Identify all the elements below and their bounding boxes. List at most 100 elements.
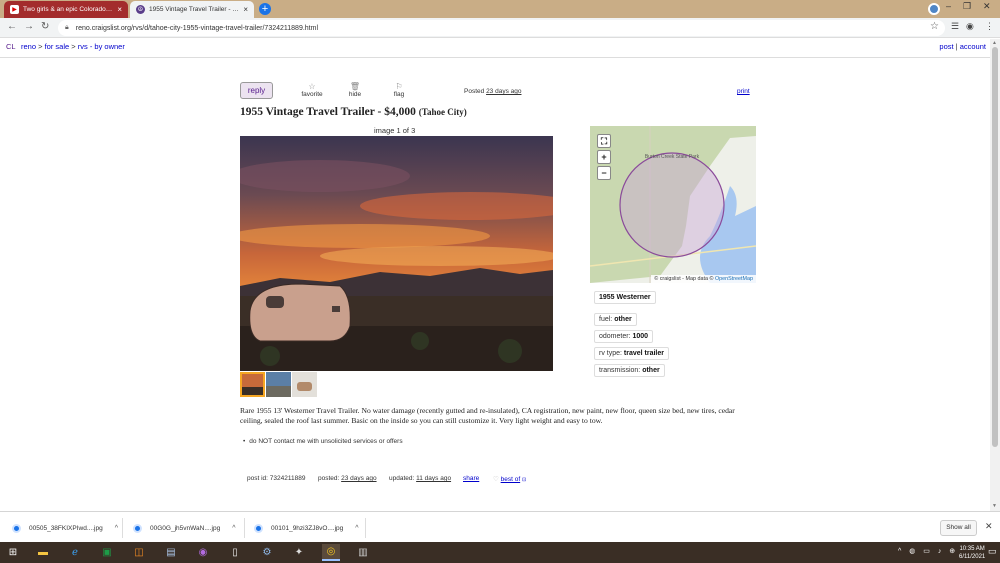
internet-explorer-icon[interactable]: ℯ bbox=[66, 544, 84, 561]
zoom-out-button[interactable]: − bbox=[597, 166, 611, 180]
fullscreen-icon[interactable]: ⛶ bbox=[597, 134, 611, 148]
profile-icon[interactable] bbox=[928, 3, 940, 15]
divider bbox=[365, 518, 366, 538]
account-link[interactable]: account bbox=[960, 42, 986, 51]
posted-footer-label: posted: bbox=[318, 475, 340, 482]
reload-icon[interactable]: ↻ bbox=[41, 21, 49, 32]
main-photo[interactable] bbox=[240, 136, 553, 371]
profile-avatar-icon[interactable]: ◉ bbox=[966, 21, 974, 32]
scrollbar-thumb[interactable] bbox=[992, 47, 998, 447]
star-icon: ☆ bbox=[308, 82, 316, 91]
location-map[interactable]: Burton Creek State Park ⛶ + − © craigsli… bbox=[590, 126, 756, 283]
photo-thumbnails bbox=[240, 372, 317, 397]
forward-icon[interactable]: → bbox=[24, 21, 34, 32]
address-bar[interactable]: 🔒︎ reno.craigslist.org/rvs/d/tahoe-city-… bbox=[58, 20, 945, 36]
lock-icon[interactable]: 🔒︎ bbox=[65, 24, 69, 32]
bookmark-star-icon[interactable]: ☆ bbox=[930, 21, 939, 32]
chevron-up-icon[interactable]: ^ bbox=[115, 525, 118, 532]
hide-button[interactable]: 🗑︎ hide bbox=[340, 82, 370, 98]
craigslist-header: CL reno > for sale > rvs - by owner post… bbox=[0, 38, 1000, 58]
back-icon[interactable]: ← bbox=[7, 21, 17, 32]
tab-youtube[interactable]: ▶ Two girls & an epic Colorado ad... × bbox=[4, 1, 128, 18]
updated-value: 11 days ago bbox=[416, 475, 452, 482]
reply-button[interactable]: reply bbox=[240, 82, 273, 99]
attribute-transmission: transmission: other bbox=[594, 364, 665, 377]
clock-time: 10:35 AM bbox=[959, 546, 985, 552]
craigslist-logo[interactable]: CL bbox=[6, 42, 16, 51]
attribution-text: © craigslist - Map data © bbox=[654, 276, 714, 282]
media-app-icon[interactable]: ◉ bbox=[194, 544, 212, 561]
excel-icon[interactable]: ▣ bbox=[98, 544, 116, 561]
tab-craigslist[interactable]: ☮ 1955 Vintage Travel Trailer - rvs ... … bbox=[130, 1, 254, 18]
breadcrumb-for-sale[interactable]: for sale bbox=[45, 42, 70, 51]
flag-button[interactable]: ⚐ flag bbox=[384, 82, 414, 98]
attr-label: fuel: bbox=[599, 316, 613, 323]
taskbar-clock[interactable]: 10:35 AM 6/11/2021 bbox=[959, 545, 985, 561]
updated-label: updated: bbox=[389, 475, 415, 482]
notification-icon[interactable]: ▭ bbox=[988, 546, 997, 557]
new-tab-button[interactable]: + bbox=[259, 3, 271, 15]
file-explorer-icon[interactable]: ▬ bbox=[34, 544, 52, 561]
posted-footer-value: 23 days ago bbox=[341, 475, 377, 482]
peace-sign-icon: ☮ bbox=[136, 5, 145, 14]
reading-list-icon[interactable]: ☰ bbox=[951, 21, 959, 32]
thumbnail-2[interactable] bbox=[266, 372, 291, 397]
best-of-wrap: ♡ best of ⊡ bbox=[493, 475, 526, 483]
post-link[interactable]: post bbox=[939, 42, 953, 51]
windows-start-icon[interactable]: ⊞ bbox=[4, 544, 22, 561]
close-icon[interactable]: × bbox=[117, 5, 122, 14]
info-icon[interactable]: ⊡ bbox=[522, 477, 526, 483]
attribute-odometer: odometer: 1000 bbox=[594, 330, 654, 343]
attr-value: 1000 bbox=[632, 333, 649, 340]
clock-date: 6/11/2021 bbox=[959, 554, 986, 560]
vehicle-name: 1955 Westerner bbox=[599, 294, 651, 301]
map-attribution: © craigslist - Map data © OpenStreetMap bbox=[651, 275, 756, 283]
trash-icon: 🗑︎ bbox=[349, 82, 361, 91]
post-id: post id: 7324211889 bbox=[247, 475, 305, 482]
close-icon[interactable]: ✕ bbox=[985, 521, 993, 532]
browser-tab-strip: ▶ Two girls & an epic Colorado ad... × ☮… bbox=[0, 0, 1000, 18]
close-icon[interactable]: × bbox=[243, 5, 248, 14]
openstreetmap-link[interactable]: OpenStreetMap bbox=[715, 276, 753, 282]
attribute-title: 1955 Westerner bbox=[594, 291, 656, 304]
updated-footer: updated: 11 days ago bbox=[389, 475, 451, 482]
header-links: post | account bbox=[939, 42, 986, 51]
download-filename: 00505_38FKIXPIwd....jpg bbox=[29, 524, 103, 532]
print-link[interactable]: print bbox=[737, 88, 750, 95]
download-item[interactable]: 00505_38FKIXPIwd....jpg ^ bbox=[12, 519, 118, 537]
favorite-label: favorite bbox=[301, 91, 323, 98]
best-of-link[interactable]: best of bbox=[501, 476, 521, 483]
chevron-up-icon[interactable]: ^ bbox=[355, 525, 358, 532]
document-icon[interactable]: ▯ bbox=[226, 544, 244, 561]
breadcrumb-reno[interactable]: reno bbox=[21, 42, 36, 51]
posted-label: Posted bbox=[464, 88, 485, 95]
download-filename: 00G0G_jh5vnWaN....jpg bbox=[150, 524, 221, 532]
heart-icon: ♡ bbox=[493, 476, 499, 483]
restore-icon[interactable]: ❐ bbox=[963, 1, 971, 12]
chevron-up-icon[interactable]: ^ bbox=[232, 525, 235, 532]
window-close-icon[interactable]: ✕ bbox=[983, 1, 991, 12]
breadcrumb-rvs[interactable]: rvs - by owner bbox=[78, 42, 125, 51]
download-item[interactable]: 00G0G_jh5vnWaN....jpg ^ bbox=[133, 519, 236, 537]
favorite-button[interactable]: ☆ favorite bbox=[297, 82, 327, 98]
page-scrollbar[interactable]: ▲ ▼ bbox=[990, 39, 1000, 511]
show-all-button[interactable]: Show all bbox=[940, 520, 977, 536]
attr-label: transmission: bbox=[599, 367, 641, 374]
archive-app-icon[interactable]: ▥ bbox=[354, 544, 372, 561]
thumbnail-1[interactable] bbox=[240, 372, 265, 397]
scroll-down-icon[interactable]: ▼ bbox=[992, 503, 997, 509]
system-tray[interactable]: ^ ◍ ▭ ♪ ⊕ bbox=[898, 547, 958, 555]
video-app-icon[interactable]: ✦ bbox=[290, 544, 308, 561]
zoom-in-button[interactable]: + bbox=[597, 150, 611, 164]
chrome-icon[interactable]: ◎ bbox=[322, 544, 340, 561]
notepad-icon[interactable]: ▤ bbox=[162, 544, 180, 561]
contact-notice: do NOT contact me with unsolicited servi… bbox=[243, 438, 402, 445]
share-link[interactable]: share bbox=[463, 475, 479, 482]
download-item[interactable]: 00101_9hzi3ZJ8vO....jpg ^ bbox=[254, 519, 359, 537]
settings-app-icon[interactable]: ⚙ bbox=[258, 544, 276, 561]
thumbnail-3[interactable] bbox=[292, 372, 317, 397]
minimize-icon[interactable]: – bbox=[946, 1, 951, 11]
scroll-up-icon[interactable]: ▲ bbox=[992, 40, 997, 46]
app-icon[interactable]: ◫ bbox=[130, 544, 148, 561]
menu-icon[interactable]: ⋮ bbox=[985, 21, 994, 32]
